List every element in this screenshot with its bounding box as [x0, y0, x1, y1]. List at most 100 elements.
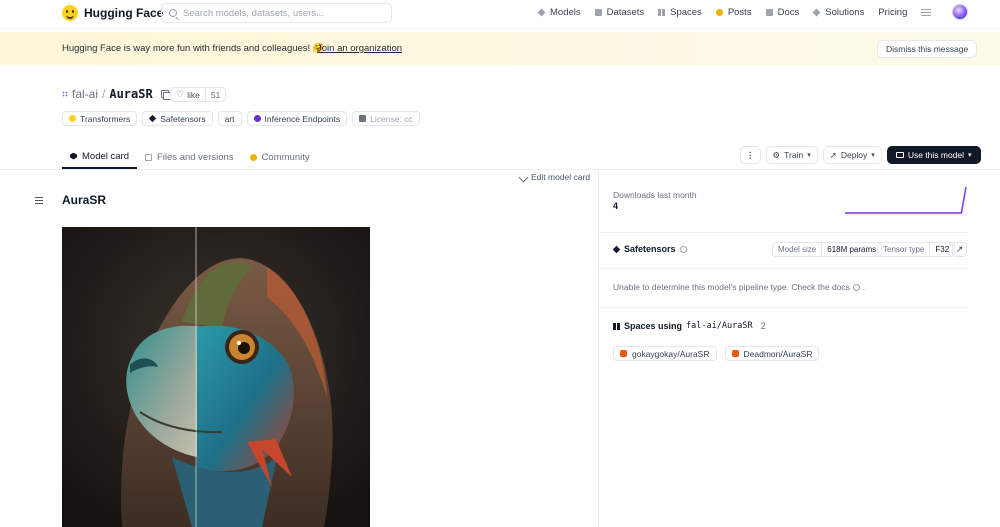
search-icon — [169, 9, 177, 17]
info-icon[interactable] — [679, 245, 687, 253]
space-name: Deadmon/AuraSR — [743, 348, 813, 359]
edit-model-card-link[interactable]: Edit model card — [518, 172, 590, 182]
nav-datasets[interactable]: Datasets — [594, 7, 645, 18]
title-separator: / — [102, 87, 106, 101]
community-icon — [249, 153, 257, 161]
join-organization-link[interactable]: Join an organization — [317, 43, 402, 54]
model-org-link[interactable]: fal-ai — [72, 87, 98, 101]
tab-files-and-versions[interactable]: Files and versions — [137, 145, 242, 169]
nav-pricing-label: Pricing — [878, 7, 908, 18]
banner-message: Hugging Face is way more fun with friend… — [62, 43, 325, 54]
sidebar-separator — [599, 307, 968, 308]
nav-posts[interactable]: Posts — [715, 7, 752, 18]
info-icon[interactable] — [852, 283, 860, 291]
deploy-button[interactable]: ➚ Deploy ▾ — [822, 146, 882, 164]
like-count[interactable]: 51 — [204, 88, 225, 101]
nav-spaces[interactable]: Spaces — [658, 7, 702, 18]
tag-art[interactable]: art — [217, 111, 242, 126]
datasets-icon — [594, 9, 602, 16]
pipeline-note: Unable to determine this model's pipelin… — [613, 282, 865, 292]
downloads-label: Downloads last month — [613, 190, 697, 200]
model-card-icon — [70, 152, 77, 160]
hugging-face-logo-icon — [62, 5, 78, 21]
pencil-icon — [518, 172, 529, 182]
downloads-value: 4 — [613, 201, 619, 211]
dismiss-button[interactable]: Dismiss this message — [877, 40, 978, 58]
tab-label: Files and versions — [157, 151, 234, 163]
user-avatar[interactable] — [952, 4, 968, 20]
chevron-down-icon: ▾ — [871, 152, 875, 159]
model-name-link[interactable]: AuraSR — [109, 87, 152, 101]
solutions-icon — [812, 8, 821, 17]
model-card-heading: AuraSR — [62, 193, 107, 207]
models-icon — [537, 8, 546, 17]
search-input[interactable]: Search models, datasets, users... — [161, 3, 392, 23]
open-tensors-button[interactable]: ↗ — [952, 242, 967, 257]
inference-endpoints-icon — [253, 115, 261, 122]
nav-spaces-label: Spaces — [670, 7, 702, 18]
tab-community[interactable]: Community — [242, 145, 318, 169]
nav-models[interactable]: Models — [537, 7, 581, 18]
tab-label: Model card — [82, 150, 129, 162]
org-avatar-icon — [62, 91, 68, 97]
sparkline-area — [845, 187, 966, 216]
tag-label: License: cc — [370, 113, 413, 124]
tab-label: Community — [261, 151, 310, 163]
more-options-button[interactable]: ⋮ — [740, 146, 761, 164]
tag-inference-endpoints[interactable]: Inference Endpoints — [246, 111, 348, 126]
nav-datasets-label: Datasets — [606, 7, 645, 18]
tab-model-card[interactable]: Model card — [62, 145, 137, 169]
tag-label: Transformers — [80, 113, 131, 124]
tag-license[interactable]: License: cc — [352, 111, 420, 126]
table-of-contents-icon[interactable] — [35, 197, 43, 204]
tensor-type-label: Tensor type — [883, 245, 925, 254]
train-icon: ⚙ — [772, 149, 781, 160]
safetensors-heading: Safetensors — [612, 244, 687, 254]
copy-icon[interactable] — [160, 90, 171, 100]
pipeline-note-text: Unable to determine this model's pipelin… — [613, 282, 850, 292]
nav-solutions[interactable]: Solutions — [812, 7, 865, 18]
model-tags: Transformers Safetensors art Inference E… — [62, 111, 420, 126]
model-size-value: 618M params — [821, 243, 881, 256]
license-icon — [359, 115, 367, 122]
train-label: Train — [784, 150, 804, 160]
nav-pricing[interactable]: Pricing — [878, 7, 907, 18]
model-size-badge: Model size 618M params — [772, 242, 883, 257]
nav-solutions-label: Solutions — [825, 7, 865, 18]
like-label: like — [187, 89, 200, 100]
deploy-label: Deploy — [840, 150, 868, 160]
nav-more-menu[interactable] — [921, 9, 932, 16]
tensor-type-value: F32 — [929, 243, 954, 256]
heart-icon: ♡ — [176, 89, 185, 99]
space-chip-deadmon[interactable]: Deadmon/AuraSR — [724, 346, 820, 361]
downloads-sparkline — [845, 186, 967, 216]
pipeline-note-period: . — [862, 282, 866, 292]
tag-label: Inference Endpoints — [264, 113, 341, 124]
tag-transformers[interactable]: Transformers — [62, 111, 138, 126]
tag-safetensors[interactable]: Safetensors — [142, 111, 213, 126]
nav-models-label: Models — [550, 7, 581, 18]
chevron-down-icon: ▾ — [807, 152, 811, 159]
search-placeholder: Search models, datasets, users... — [183, 7, 324, 19]
safetensors-icon — [149, 114, 157, 123]
model-tabs: Model card Files and versions Community — [62, 145, 318, 170]
like-button[interactable]: ♡ like 51 — [170, 87, 227, 102]
logo-link[interactable]: Hugging Face — [62, 5, 163, 21]
sidebar-separator — [599, 232, 968, 233]
top-navigation: Hugging Face Search models, datasets, us… — [0, 0, 1000, 29]
nav-docs[interactable]: Docs — [765, 7, 799, 18]
nav-links: Models Datasets Spaces Posts Docs Soluti… — [537, 7, 945, 18]
sidebar-divider — [598, 170, 599, 527]
spaces-prefix: Spaces using — [624, 321, 683, 331]
transformers-icon — [69, 115, 76, 122]
sparkline-line — [845, 186, 967, 214]
train-button[interactable]: ⚙ Train ▾ — [765, 146, 818, 164]
spaces-icon — [613, 322, 620, 330]
model-size-label: Model size — [778, 245, 817, 254]
space-name: gokaygokay/AuraSR — [632, 348, 710, 359]
tag-label: Safetensors — [160, 113, 206, 124]
files-icon — [145, 153, 152, 161]
use-this-model-button[interactable]: Use this model ▾ — [886, 146, 981, 164]
spaces-count: 2 — [760, 321, 766, 331]
space-chip-gokaygokay[interactable]: gokaygokay/AuraSR — [613, 346, 717, 361]
